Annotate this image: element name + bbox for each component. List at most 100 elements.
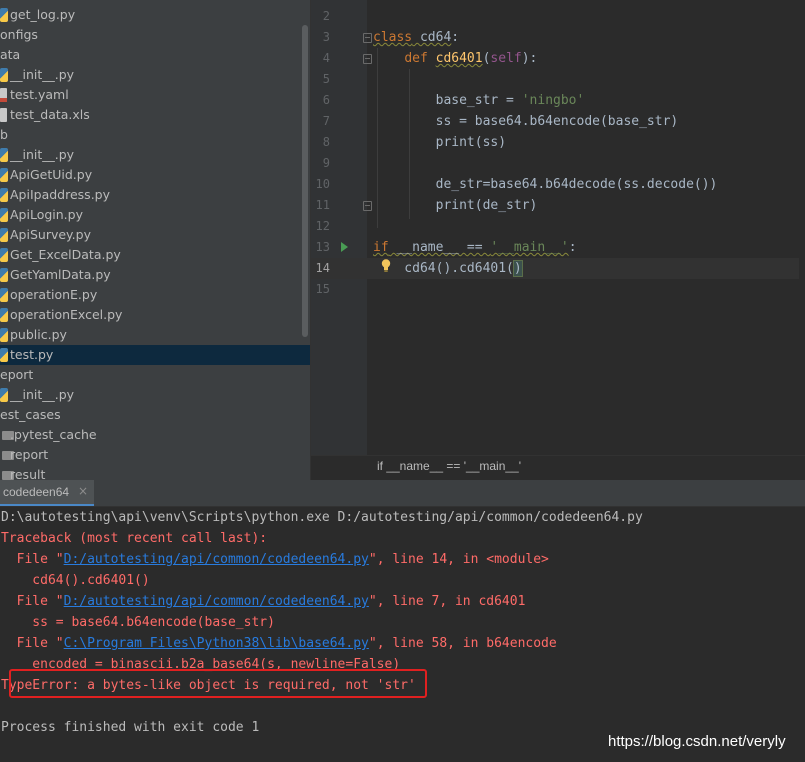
tree-item-label: test.yaml xyxy=(10,87,69,102)
tree-item[interactable]: operationE.py xyxy=(0,285,310,305)
tree-item-label: ata xyxy=(0,47,21,62)
tree-item-label: Get_ExcelData.py xyxy=(10,247,121,262)
tree-item[interactable]: __init__.py xyxy=(0,65,310,85)
line-number: 12 xyxy=(315,219,330,233)
code-punct: : xyxy=(568,240,577,255)
tree-item-label: test.py xyxy=(10,347,54,362)
console-text: ", line 7, in cd6401 xyxy=(368,594,526,609)
code-line-4: def cd6401(self): xyxy=(373,48,537,69)
class-name: cd64 xyxy=(412,30,452,45)
console-text: ", line 58, in b64encode xyxy=(368,636,557,651)
breadcrumb[interactable]: if __name__ == '__main__' xyxy=(377,459,521,473)
python-file-icon xyxy=(0,168,8,182)
file-link[interactable]: C:\Program Files\Python38\lib\base64.py xyxy=(64,636,369,651)
code-text: base_str = xyxy=(373,93,522,108)
python-file-icon xyxy=(0,348,8,362)
file-link[interactable]: D:/autotesting/api/common/codedeen64.py xyxy=(64,594,369,609)
code-punct: : xyxy=(451,30,460,45)
fold-marker-icon[interactable] xyxy=(363,201,372,211)
tree-item[interactable]: ata xyxy=(0,45,310,65)
line-number: 3 xyxy=(322,30,330,44)
code-line-7: ss = base64.b64encode(base_str) xyxy=(373,114,679,129)
tree-item[interactable]: ApiGetUid.py xyxy=(0,165,310,185)
tree-item-label: ApiLogin.py xyxy=(10,207,83,222)
tree-item-label: ApiSurvey.py xyxy=(10,227,91,242)
run-tab-label: codedeen64 xyxy=(3,485,70,499)
tree-item-label: operationE.py xyxy=(10,287,98,302)
string-literal: 'ningbo' xyxy=(521,93,585,108)
yaml-file-icon xyxy=(0,88,7,102)
code-line-11: print(de_str) xyxy=(373,198,538,213)
tree-item[interactable]: .pytest_cache xyxy=(0,425,310,445)
python-file-icon xyxy=(0,228,8,242)
tree-item[interactable]: test.yaml xyxy=(0,85,310,105)
tree-item[interactable]: eport xyxy=(0,365,310,385)
tree-item[interactable]: __init__.py xyxy=(0,385,310,405)
excel-file-icon xyxy=(0,108,7,122)
python-file-icon xyxy=(0,328,8,342)
line-number: 15 xyxy=(315,282,330,296)
tree-item[interactable]: b xyxy=(0,125,310,145)
keyword: class xyxy=(373,30,413,45)
console-line: File "D:/autotesting/api/common/codedeen… xyxy=(1,549,549,570)
line-number: 13 xyxy=(315,240,330,254)
tree-item-label: est_cases xyxy=(0,407,61,422)
python-file-icon xyxy=(0,288,8,302)
tree-item[interactable]: ApiIpaddress.py xyxy=(0,185,310,205)
tree-item[interactable]: ApiLogin.py xyxy=(0,205,310,225)
tree-item-label: public.py xyxy=(10,327,67,342)
python-file-icon xyxy=(0,68,8,82)
tree-item[interactable]: __init__.py xyxy=(0,145,310,165)
tree-item[interactable]: est_cases xyxy=(0,405,310,425)
console-text: File " xyxy=(1,636,64,651)
console-line: File "D:/autotesting/api/common/codedeen… xyxy=(1,591,526,612)
tree-item-label: get_log.py xyxy=(10,7,76,22)
line-number: 7 xyxy=(322,114,330,128)
fold-marker-icon[interactable] xyxy=(363,54,372,64)
run-gutter-icon[interactable] xyxy=(341,242,348,252)
tree-item[interactable]: test.py xyxy=(0,345,310,365)
line-number: 9 xyxy=(322,156,330,170)
console-text: Traceback (most recent call last): xyxy=(1,531,268,546)
code-line-10: de_str=base64.b64decode(ss.decode()) xyxy=(373,177,718,192)
editor-scrollbar[interactable] xyxy=(799,0,805,455)
console-line: Traceback (most recent call last): xyxy=(1,528,267,549)
fold-marker-icon[interactable] xyxy=(363,33,372,43)
line-number-current: 14 xyxy=(315,261,330,275)
file-link[interactable]: D:/autotesting/api/common/codedeen64.py xyxy=(64,552,369,567)
console-text: Process finished with exit code 1 xyxy=(1,720,260,735)
tree-item[interactable]: public.py xyxy=(0,325,310,345)
tree-item-label: test_data.xls xyxy=(10,107,90,122)
tree-item[interactable]: result xyxy=(0,465,310,480)
python-file-icon xyxy=(0,8,8,22)
tree-item[interactable]: get_log.py xyxy=(0,5,310,25)
python-file-icon xyxy=(0,388,8,402)
python-file-icon xyxy=(0,188,8,202)
tree-item[interactable]: test_data.xls xyxy=(0,105,310,125)
project-tree-scrollbar[interactable] xyxy=(302,25,308,337)
tree-item[interactable]: onfigs xyxy=(0,25,310,45)
tree-item-label: __init__.py xyxy=(10,387,75,402)
keyword: def xyxy=(404,51,428,66)
console-text: D:\autotesting\api\venv\Scripts\python.e… xyxy=(1,510,643,525)
self-param: self xyxy=(490,51,522,66)
close-icon[interactable]: × xyxy=(78,484,88,498)
python-file-icon xyxy=(0,208,8,222)
tree-item[interactable]: Get_ExcelData.py xyxy=(0,245,310,265)
tree-item[interactable]: GetYamlData.py xyxy=(0,265,310,285)
line-number: 4 xyxy=(322,51,330,65)
tree-item[interactable]: ApiSurvey.py xyxy=(0,225,310,245)
console-line: File "C:\Program Files\Python38\lib\base… xyxy=(1,633,557,654)
tree-item-label: ApiGetUid.py xyxy=(10,167,93,182)
line-number: 11 xyxy=(315,198,330,212)
tree-item[interactable]: operationExcel.py xyxy=(0,305,310,325)
code-line-6: base_str = 'ningbo' xyxy=(373,90,585,111)
code-text: __name__ == xyxy=(388,240,491,255)
line-number: 8 xyxy=(322,135,330,149)
tree-item[interactable]: report xyxy=(0,445,310,465)
tree-item-label: __init__.py xyxy=(10,147,75,162)
matched-paren: ) xyxy=(512,260,523,277)
lightbulb-icon[interactable] xyxy=(381,259,391,272)
watermark: https://blog.csdn.net/veryly xyxy=(608,733,786,750)
console-line: Process finished with exit code 1 xyxy=(1,717,259,738)
